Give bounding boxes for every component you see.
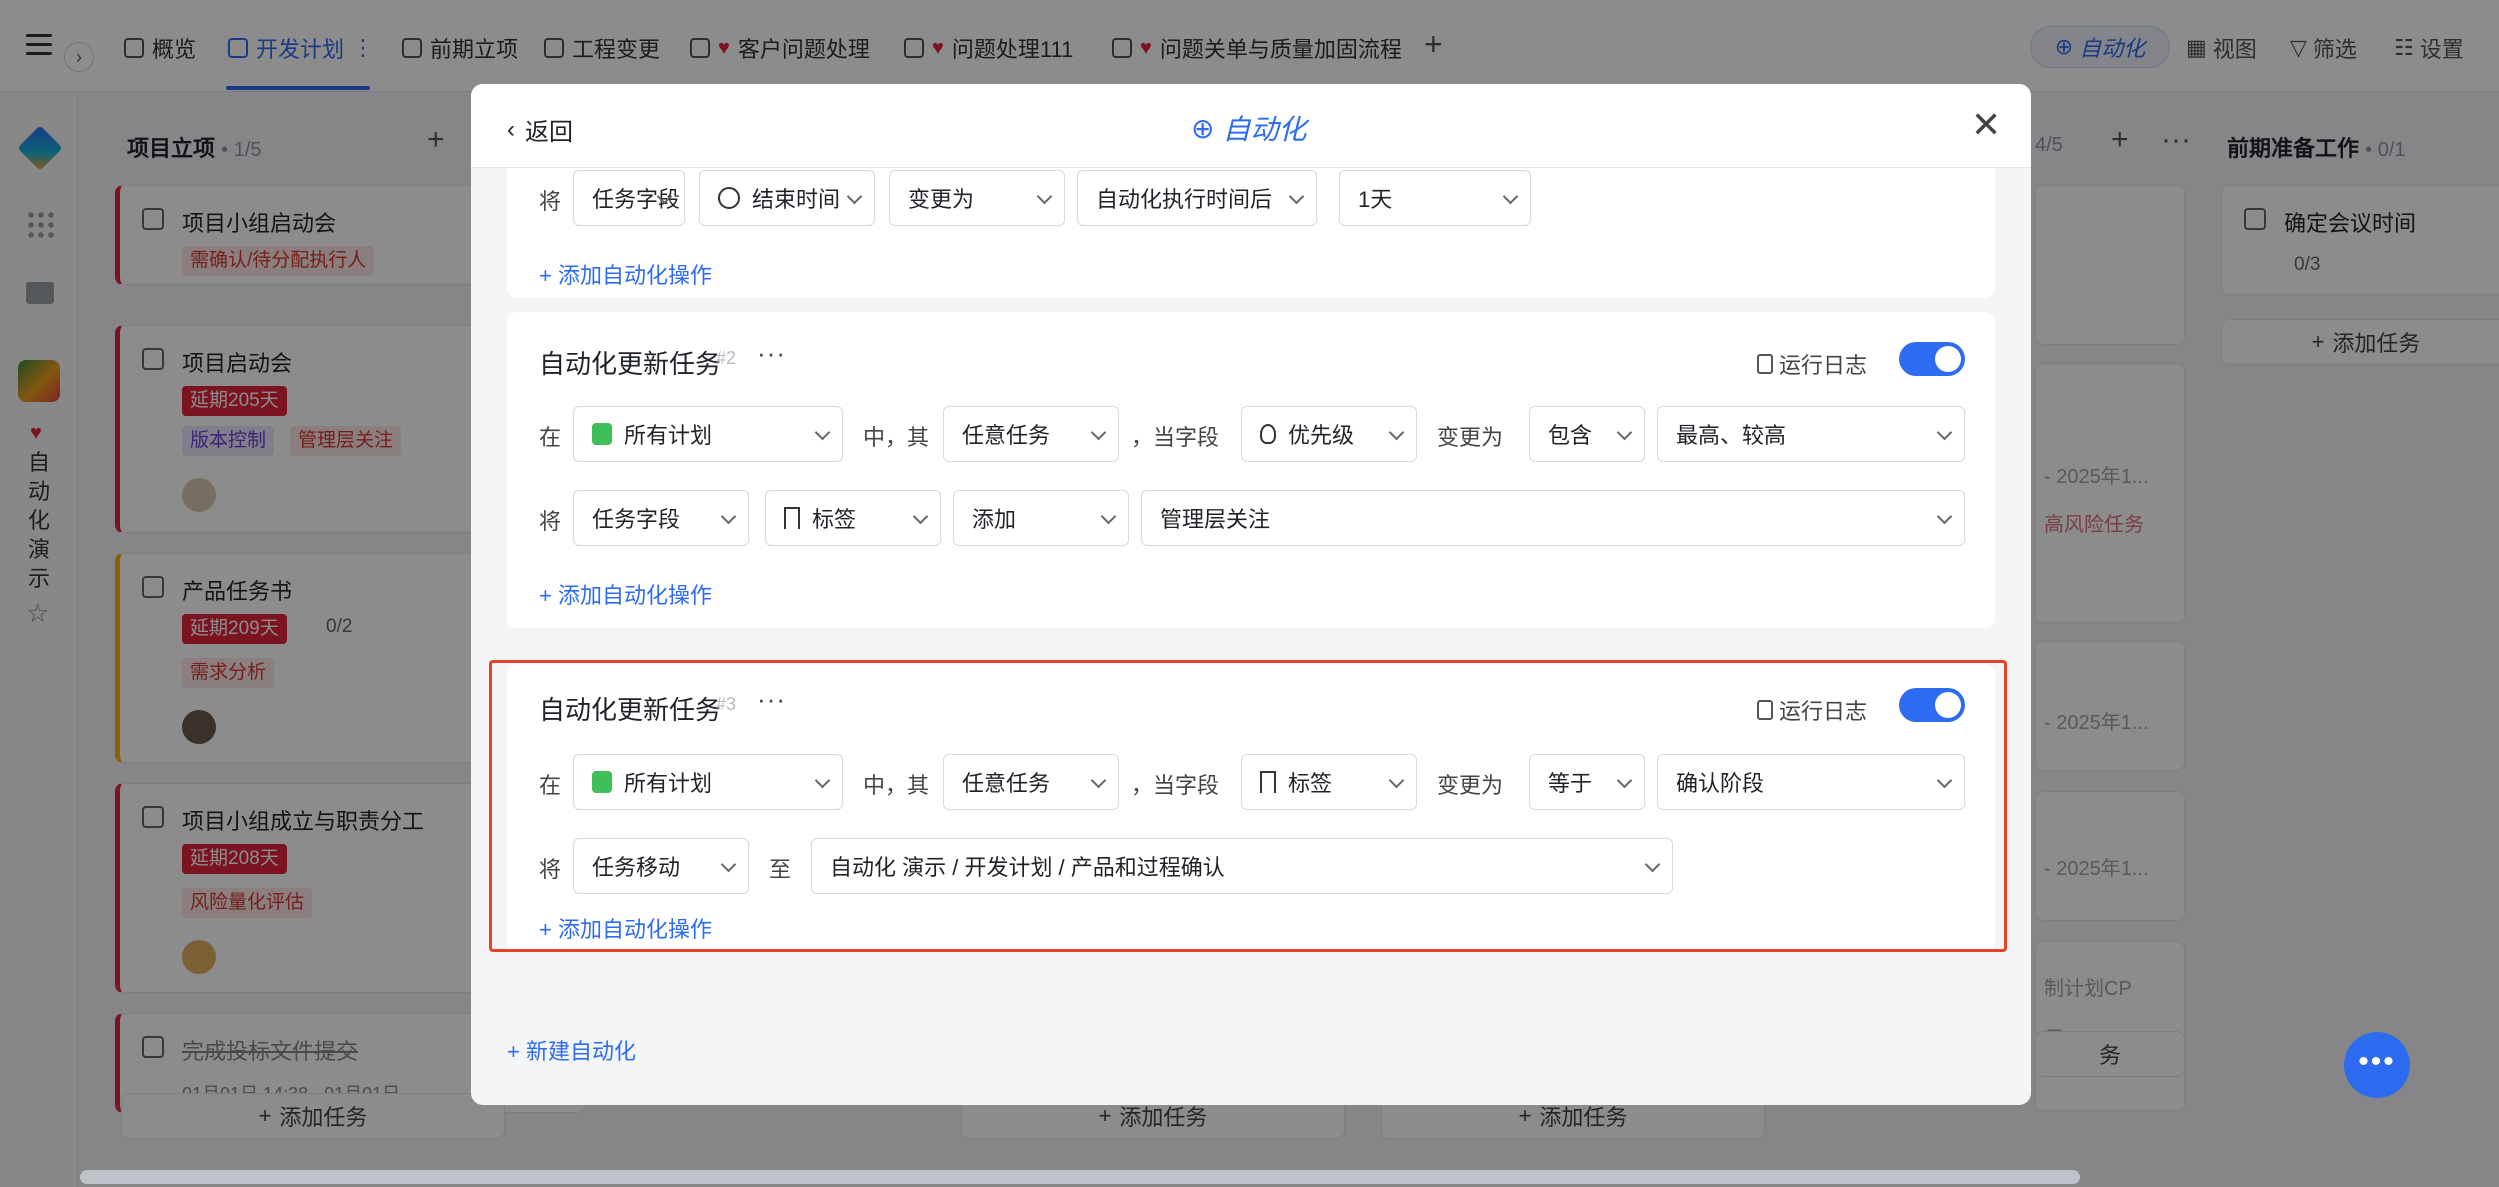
action-value-select[interactable]: 管理层关注 (1141, 490, 1965, 546)
chevron-left-icon: ‹ (507, 115, 515, 143)
automation-rule: 将 任务字段 结束时间 变更为 自动化执行时间后 1天 + 添加自动化操作 (507, 168, 1995, 298)
automation-icon: ⊕ (1191, 112, 1215, 144)
action-operation-select[interactable]: 添加 (953, 490, 1129, 546)
action-type-select[interactable]: 任务移动 (573, 838, 749, 894)
condition-value-select[interactable]: 确认阶段 (1657, 754, 1965, 810)
target-column-select[interactable]: 自动化 演示 / 开发计划 / 产品和过程确认 (811, 838, 1673, 894)
run-log-button[interactable]: 运行日志 (1757, 348, 1867, 380)
value-select[interactable]: 自动化执行时间后 (1077, 170, 1317, 226)
run-log-button[interactable]: 运行日志 (1757, 694, 1867, 726)
plan-select[interactable]: 所有计划 (573, 406, 843, 462)
trigger-field-select[interactable]: 优先级 (1241, 406, 1417, 462)
clock-icon (718, 187, 740, 209)
add-action-link[interactable]: + 添加自动化操作 (539, 258, 712, 290)
clipboard-icon (1757, 700, 1773, 720)
trigger-field-select[interactable]: 标签 (1241, 754, 1417, 810)
rule-title: 自动化更新任务 (539, 349, 722, 379)
horizontal-scrollbar[interactable] (80, 1170, 2080, 1184)
action-field-select[interactable]: 标签 (765, 490, 941, 546)
condition-operator-select[interactable]: 等于 (1529, 754, 1645, 810)
bookmark-icon (1260, 771, 1276, 793)
modal-title: ⊕ 自动化 (1191, 112, 1307, 146)
rule-more-icon[interactable]: ··· (757, 338, 786, 369)
rule-title: 自动化更新任务 (539, 695, 722, 725)
chat-fab-button[interactable]: ••• (2344, 1032, 2410, 1098)
task-scope-select[interactable]: 任意任务 (943, 406, 1119, 462)
amount-select[interactable]: 1天 (1339, 170, 1531, 226)
automation-rule: 自动化更新任务 #2 ··· 运行日志 在 所有计划 中，其 任意任务 ，当字段… (507, 312, 1995, 628)
clipboard-icon (1757, 354, 1773, 374)
action-type-select[interactable]: 任务字段 (573, 490, 749, 546)
rule-enabled-toggle[interactable] (1899, 688, 1965, 722)
rule-number: #2 (716, 348, 737, 368)
automation-rule-highlighted: 自动化更新任务 #3 ··· 运行日志 在 所有计划 中，其 任意任务 ，当字段… (489, 660, 2007, 952)
add-action-link[interactable]: + 添加自动化操作 (539, 912, 712, 944)
add-action-link[interactable]: + 添加自动化操作 (539, 578, 712, 610)
field-select[interactable]: 结束时间 (699, 170, 875, 226)
bookmark-icon (784, 507, 800, 529)
modal-body: 将 任务字段 结束时间 变更为 自动化执行时间后 1天 + 添加自动化操作 自动… (471, 168, 2031, 1105)
close-icon[interactable]: ✕ (1971, 104, 2001, 146)
rule-more-icon[interactable]: ··· (757, 684, 786, 715)
action-type-select[interactable]: 任务字段 (573, 170, 685, 226)
bulb-icon (1260, 424, 1276, 444)
new-automation-link[interactable]: + 新建自动化 (507, 1034, 636, 1066)
rule-enabled-toggle[interactable] (1899, 342, 1965, 376)
back-button[interactable]: ‹ 返回 (507, 112, 573, 147)
condition-operator-select[interactable]: 包含 (1529, 406, 1645, 462)
condition-value-select[interactable]: 最高、较高 (1657, 406, 1965, 462)
plan-select[interactable]: 所有计划 (573, 754, 843, 810)
automation-modal: ‹ 返回 ⊕ 自动化 ✕ 将 任务字段 结束时间 变更为 自动化执行时间后 1天 +… (471, 84, 2031, 1105)
plan-icon (592, 423, 612, 445)
operation-select[interactable]: 变更为 (889, 170, 1065, 226)
rule-number: #3 (716, 694, 737, 714)
modal-header: ‹ 返回 ⊕ 自动化 ✕ (471, 84, 2031, 168)
plan-icon (592, 771, 612, 793)
task-scope-select[interactable]: 任意任务 (943, 754, 1119, 810)
